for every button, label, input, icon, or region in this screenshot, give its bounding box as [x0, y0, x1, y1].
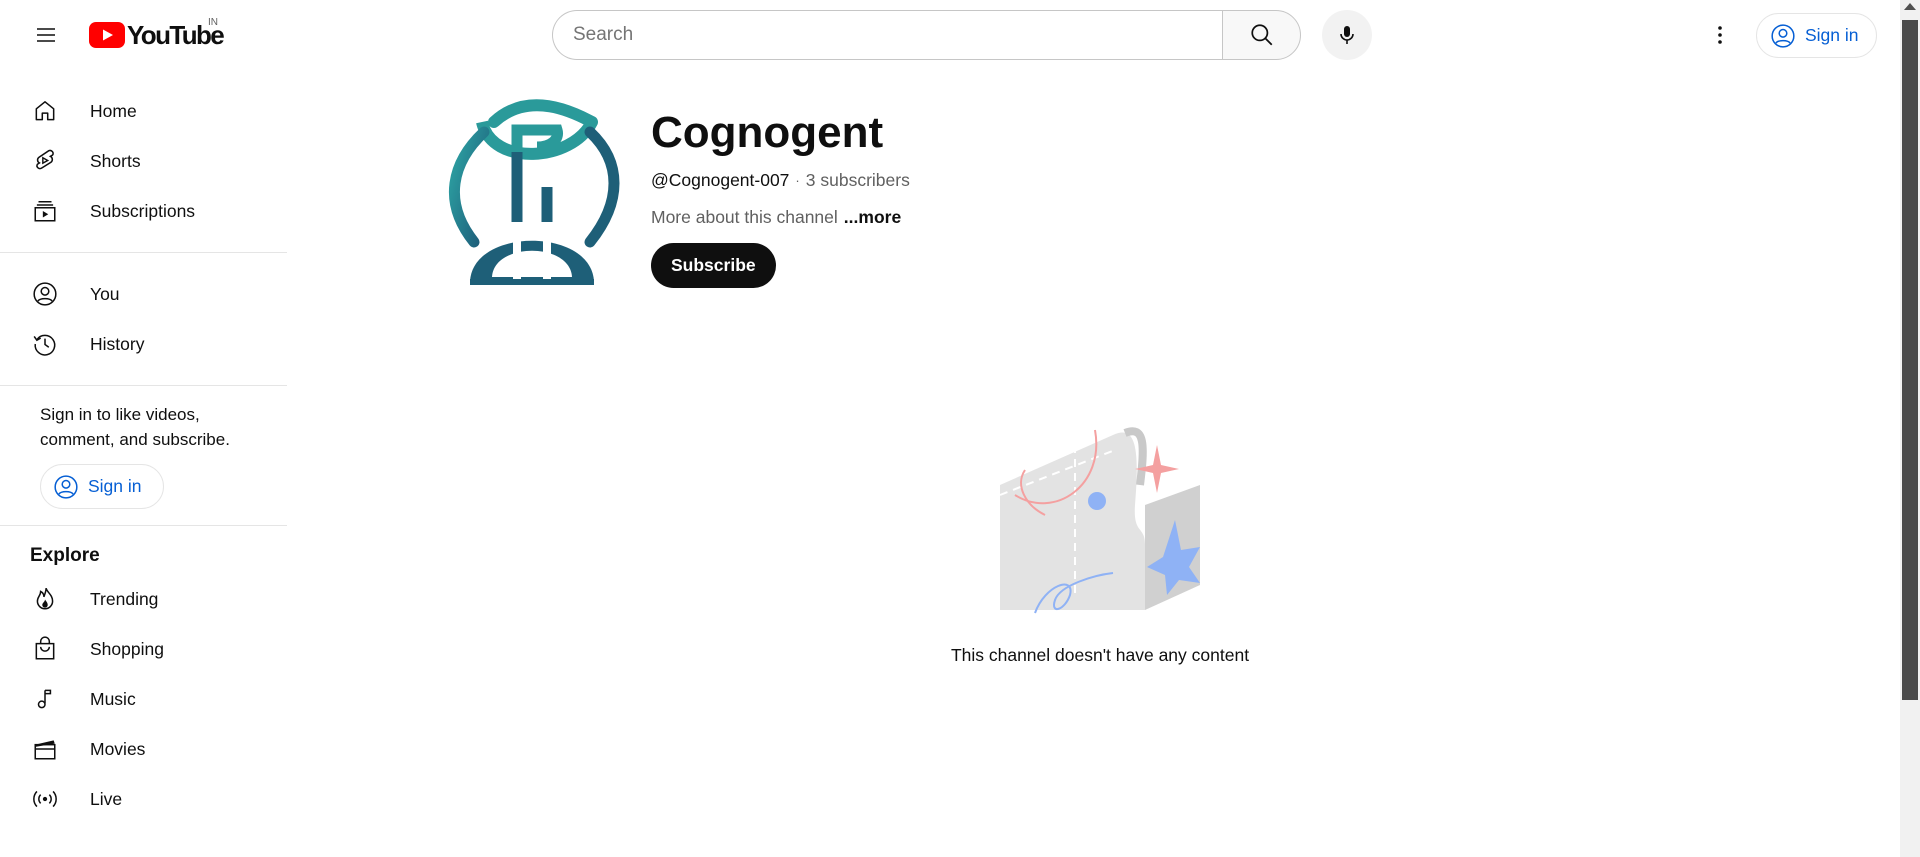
sidebar-item-label: Movies	[90, 738, 146, 759]
sidebar-item-label: History	[90, 333, 145, 354]
sidebar-item-shorts[interactable]: Shorts	[0, 136, 287, 186]
sidebar-item-label: You	[90, 283, 120, 304]
sign-in-label: Sign in	[1805, 25, 1859, 45]
sidebar-item-label: Subscriptions	[90, 200, 196, 221]
account-icon	[54, 474, 78, 499]
sidebar-item-you[interactable]: You	[0, 269, 287, 319]
sidebar-divider	[0, 252, 287, 253]
shopping-icon	[30, 634, 60, 664]
guide-menu-button[interactable]	[26, 15, 66, 55]
search-input[interactable]	[552, 10, 1222, 60]
channel-name: Cognogent	[651, 108, 884, 157]
sidebar-item-subscriptions[interactable]: Subscriptions	[0, 186, 287, 236]
home-icon	[30, 96, 60, 126]
sign-in-button[interactable]: Sign in	[1756, 13, 1877, 58]
microphone-icon	[1340, 26, 1354, 44]
history-icon	[30, 329, 60, 359]
movies-icon	[30, 734, 60, 764]
cognogent-logo-icon	[448, 99, 620, 285]
scroll-up-arrow-icon[interactable]	[1904, 3, 1916, 10]
voice-search-button[interactable]	[1322, 10, 1372, 60]
search-box	[552, 10, 1301, 60]
sidebar-item-movies[interactable]: Movies	[0, 724, 287, 774]
subscriptions-icon	[30, 196, 60, 226]
sidebar-item-label: Live	[90, 788, 123, 809]
country-code: IN	[208, 17, 218, 28]
more-vertical-icon	[1718, 26, 1722, 44]
sidebar-divider	[0, 385, 287, 386]
live-icon	[30, 784, 60, 814]
settings-menu-button[interactable]	[1700, 15, 1740, 55]
sidebar-item-label: Music	[90, 688, 136, 709]
you-icon	[30, 279, 60, 309]
youtube-play-icon	[89, 22, 125, 48]
about-text: More about this channel	[651, 207, 838, 227]
account-icon	[1771, 23, 1795, 48]
subscribe-button[interactable]: Subscribe	[651, 243, 776, 288]
sidebar-sign-in-button[interactable]: Sign in	[40, 464, 164, 509]
search-button[interactable]	[1222, 10, 1301, 60]
sign-in-label: Sign in	[88, 476, 142, 496]
channel-avatar[interactable]	[432, 92, 632, 292]
sidebar-item-history[interactable]: History	[0, 319, 287, 369]
guide-sidebar: Home Shorts Subscriptions You History Si…	[0, 86, 287, 824]
empty-state-message: This channel doesn't have any content	[950, 645, 1250, 665]
subscriber-count: 3 subscribers	[805, 170, 910, 190]
sidebar-item-live[interactable]: Live	[0, 774, 287, 824]
empty-channel-illustration	[995, 425, 1205, 620]
trending-icon	[30, 584, 60, 614]
music-icon	[30, 684, 60, 714]
hamburger-icon	[37, 28, 55, 42]
masthead: YouTube IN Sign in	[0, 0, 1900, 69]
sidebar-item-trending[interactable]: Trending	[0, 574, 287, 624]
sign-in-prompt: Sign in to like videos, comment, and sub…	[40, 405, 230, 449]
scrollbar-thumb[interactable]	[1902, 20, 1918, 700]
sidebar-item-label: Shopping	[90, 638, 164, 659]
sidebar-item-label: Home	[90, 100, 137, 121]
search-icon	[1250, 24, 1272, 46]
sidebar-item-shopping[interactable]: Shopping	[0, 624, 287, 674]
channel-handle: @Cognogent-007	[651, 170, 790, 190]
shorts-icon	[30, 146, 60, 176]
youtube-logo[interactable]: YouTube	[89, 17, 225, 53]
sidebar-divider	[0, 525, 287, 526]
meta-separator: ·	[795, 173, 800, 188]
sidebar-item-label: Trending	[90, 588, 159, 609]
sidebar-item-label: Shorts	[90, 150, 141, 171]
channel-about-link[interactable]: More about this channel ...more	[651, 207, 901, 228]
sidebar-item-home[interactable]: Home	[0, 86, 287, 136]
channel-meta: @Cognogent-007 · 3 subscribers	[651, 170, 910, 191]
explore-heading: Explore	[30, 545, 100, 566]
more-link[interactable]: ...more	[844, 207, 901, 228]
sidebar-item-music[interactable]: Music	[0, 674, 287, 724]
